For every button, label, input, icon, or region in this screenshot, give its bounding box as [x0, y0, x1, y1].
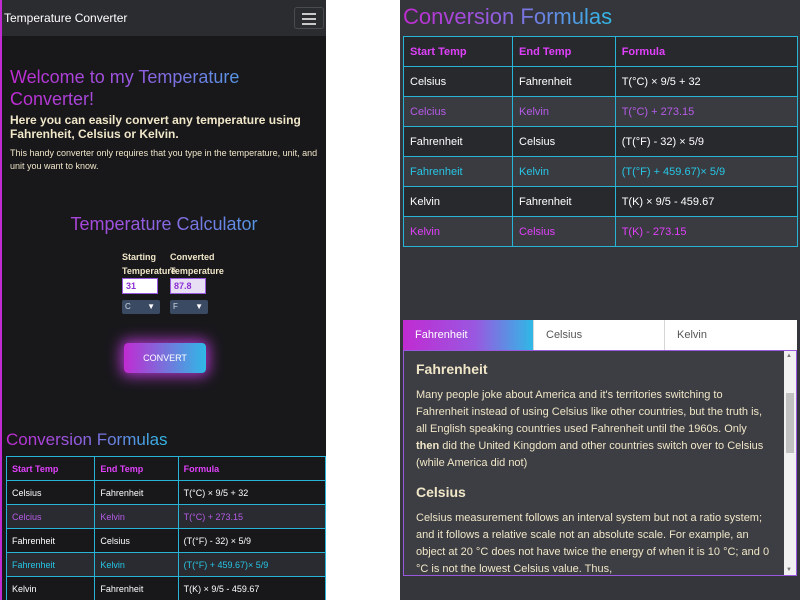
- table-cell: Kelvin: [94, 504, 179, 529]
- table-cell: Kelvin: [512, 156, 616, 187]
- celsius-paragraph: Celsius measurement follows an interval …: [416, 512, 770, 575]
- scrollbar[interactable]: ▲ ▼: [784, 351, 796, 575]
- table-cell: Kelvin: [5, 576, 96, 600]
- table-cell: (T(°F) + 459.67)× 5/9: [614, 156, 799, 187]
- formulas-title: Conversion Formulas: [403, 4, 613, 29]
- navbar-brand[interactable]: Temperature Converter: [4, 11, 127, 25]
- section-heading-fahrenheit: Fahrenheit: [416, 361, 488, 377]
- table-cell: Celsius: [5, 480, 96, 505]
- table-cell: Fahrenheit: [402, 156, 514, 187]
- table-cell: Kelvin: [402, 216, 514, 247]
- table-header: End Temp: [94, 456, 179, 481]
- converted-unit-select[interactable]: F ▼: [170, 300, 208, 314]
- formulas-table: Start Temp End Temp Formula Celsius Fahr…: [5, 456, 326, 600]
- calculator-title: Temperature Calculator: [2, 214, 326, 235]
- fahrenheit-paragraph: Many people joke about America and it's …: [416, 389, 764, 469]
- table-cell: Celsius: [94, 528, 179, 553]
- table-row: Kelvin Fahrenheit T(K) × 9/5 - 459.67: [402, 186, 799, 217]
- table-cell: Fahrenheit: [512, 66, 616, 97]
- table-cell: Kelvin: [402, 186, 514, 217]
- table-cell: T(K) × 9/5 - 459.67: [177, 576, 326, 600]
- table-cell: Fahrenheit: [5, 528, 96, 553]
- scrollbar-thumb[interactable]: [786, 393, 794, 453]
- start-unit-value: C: [125, 302, 131, 311]
- unit-tabs: Fahrenheit Celsius Kelvin: [403, 320, 797, 350]
- table-row: Celcius Kelvin T(°C) + 273.15: [402, 96, 799, 127]
- formulas-title: Conversion Formulas: [6, 430, 168, 449]
- table-header-row: Start Temp End Temp Formula: [402, 36, 799, 67]
- scroll-down-icon[interactable]: ▼: [786, 567, 792, 573]
- right-panel: Conversion Formulas Start Temp End Temp …: [400, 0, 800, 600]
- table-cell: (T(°F) - 32) × 5/9: [177, 528, 326, 553]
- table-row: Fahrenheit Kelvin (T(°F) + 459.67)× 5/9: [402, 156, 799, 187]
- table-row: Fahrenheit Celsius (T(°F) - 32) × 5/9: [5, 528, 326, 553]
- table-row: Celsius Fahrenheit T(°C) × 9/5 + 32: [5, 480, 326, 505]
- welcome-title: Welcome to my Temperature Converter!: [10, 66, 300, 110]
- chevron-down-icon: ▼: [195, 302, 203, 311]
- table-cell: (T(°F) + 459.67)× 5/9: [177, 552, 326, 577]
- formulas-table: Start Temp End Temp Formula Celsius Fahr…: [402, 36, 799, 247]
- table-cell: Fahrenheit: [512, 186, 616, 217]
- table-cell: Fahrenheit: [5, 552, 96, 577]
- table-row: Celcius Kelvin T(°C) + 273.15: [5, 504, 326, 529]
- tab-fahrenheit[interactable]: Fahrenheit: [403, 320, 534, 350]
- table-cell: Celcius: [5, 504, 96, 529]
- table-cell: (T(°F) - 32) × 5/9: [614, 126, 799, 157]
- converted-temperature-label: Converted Temperature: [170, 252, 224, 276]
- menu-toggle-button[interactable]: [294, 7, 324, 29]
- table-cell: Fahrenheit: [94, 576, 179, 600]
- table-header: Formula: [177, 456, 326, 481]
- table-header: Start Temp: [5, 456, 96, 481]
- table-header: Formula: [614, 36, 799, 67]
- convert-button[interactable]: CONVERT: [124, 343, 206, 373]
- tab-celsius[interactable]: Celsius: [534, 320, 665, 350]
- table-cell: T(°C) × 9/5 + 32: [614, 66, 799, 97]
- table-cell: Celsius: [512, 216, 616, 247]
- intro-text: Here you can easily convert any temperat…: [10, 113, 301, 141]
- converted-temperature-output[interactable]: 87.8: [170, 278, 206, 294]
- table-header: End Temp: [512, 36, 616, 67]
- tab-kelvin[interactable]: Kelvin: [665, 320, 797, 350]
- navbar: Temperature Converter: [2, 0, 326, 36]
- description-text: This handy converter only requires that …: [10, 148, 318, 171]
- table-row: Celsius Fahrenheit T(°C) × 9/5 + 32: [402, 66, 799, 97]
- table-row: Fahrenheit Celsius (T(°F) - 32) × 5/9: [402, 126, 799, 157]
- table-cell: Celcius: [402, 96, 514, 127]
- table-cell: Fahrenheit: [402, 126, 514, 157]
- table-cell: Celsius: [512, 126, 616, 157]
- table-cell: Celsius: [402, 66, 514, 97]
- table-cell: T(K) - 273.15: [614, 216, 799, 247]
- start-unit-select[interactable]: C ▼: [122, 300, 160, 314]
- tab-content-panel[interactable]: Fahrenheit Many people joke about Americ…: [403, 350, 797, 576]
- table-row: Fahrenheit Kelvin (T(°F) + 459.67)× 5/9: [5, 552, 326, 577]
- table-row: Kelvin Celsius T(K) - 273.15: [402, 216, 799, 247]
- chevron-down-icon: ▼: [147, 302, 155, 311]
- table-row: Kelvin Fahrenheit T(K) × 9/5 - 459.67: [5, 576, 326, 600]
- converted-unit-value: F: [173, 302, 178, 311]
- table-cell: T(°C) × 9/5 + 32: [177, 480, 326, 505]
- scroll-up-icon[interactable]: ▲: [786, 353, 792, 359]
- table-cell: Kelvin: [94, 552, 179, 577]
- section-heading-celsius: Celsius: [416, 484, 466, 500]
- table-header: Start Temp: [402, 36, 514, 67]
- left-panel: Temperature Converter Welcome to my Temp…: [0, 0, 326, 600]
- table-cell: Fahrenheit: [94, 480, 179, 505]
- table-cell: Kelvin: [512, 96, 616, 127]
- table-header-row: Start Temp End Temp Formula: [5, 456, 326, 481]
- hamburger-icon: [302, 13, 316, 15]
- table-cell: T(°C) + 273.15: [614, 96, 799, 127]
- starting-temperature-input[interactable]: 31: [122, 278, 158, 294]
- tab-content: Fahrenheit Many people joke about Americ…: [416, 361, 771, 575]
- table-cell: T(K) × 9/5 - 459.67: [614, 186, 799, 217]
- table-cell: T(°C) + 273.15: [177, 504, 326, 529]
